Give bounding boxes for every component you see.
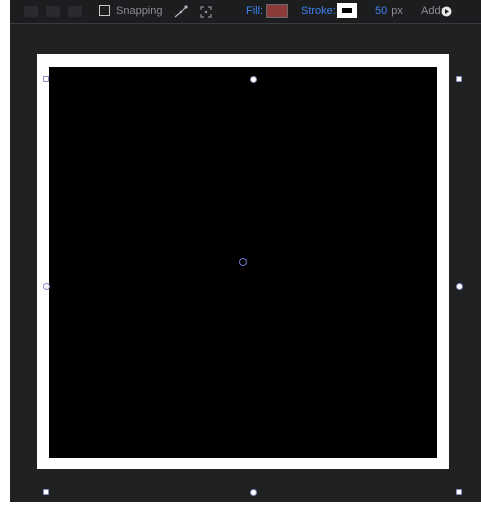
stroke-color-swatch[interactable] bbox=[337, 3, 357, 18]
handle-bottom-left[interactable] bbox=[43, 489, 49, 495]
handle-middle-left[interactable] bbox=[43, 283, 50, 290]
handle-top-left[interactable] bbox=[43, 76, 49, 82]
stroke-width-value: 50 bbox=[375, 5, 388, 17]
fill-color-swatch[interactable] bbox=[266, 4, 288, 18]
page-margin bbox=[0, 502, 481, 510]
snap-to-edges-icon[interactable] bbox=[198, 0, 214, 23]
handle-top-right[interactable] bbox=[456, 76, 462, 82]
handle-bottom-center[interactable] bbox=[250, 489, 257, 496]
tool-icon-1[interactable] bbox=[24, 6, 38, 17]
tool-icon-3[interactable] bbox=[68, 6, 82, 17]
app-window: Snapping Fill: Stroke: 50 px Add: bbox=[0, 0, 481, 510]
fill-label: Fill: bbox=[246, 5, 264, 17]
stroke-label: Stroke: bbox=[301, 5, 336, 17]
anchor-point-icon[interactable] bbox=[239, 258, 247, 266]
handle-top-center[interactable] bbox=[250, 76, 257, 83]
snap-to-points-icon[interactable] bbox=[173, 0, 189, 23]
handle-bottom-right[interactable] bbox=[456, 489, 462, 495]
shape-toolbar: Snapping Fill: Stroke: 50 px Add: bbox=[10, 0, 481, 24]
tool-icon-2[interactable] bbox=[46, 6, 60, 17]
stroke-width-field[interactable]: 50 px bbox=[375, 0, 403, 23]
stroke-swatch-inner bbox=[342, 8, 352, 13]
stroke-width-unit: px bbox=[391, 5, 403, 17]
handle-middle-right[interactable] bbox=[456, 283, 463, 290]
snapping-label: Snapping bbox=[116, 5, 163, 17]
snapping-checkbox[interactable] bbox=[99, 5, 110, 16]
add-circle-icon[interactable] bbox=[441, 6, 452, 17]
